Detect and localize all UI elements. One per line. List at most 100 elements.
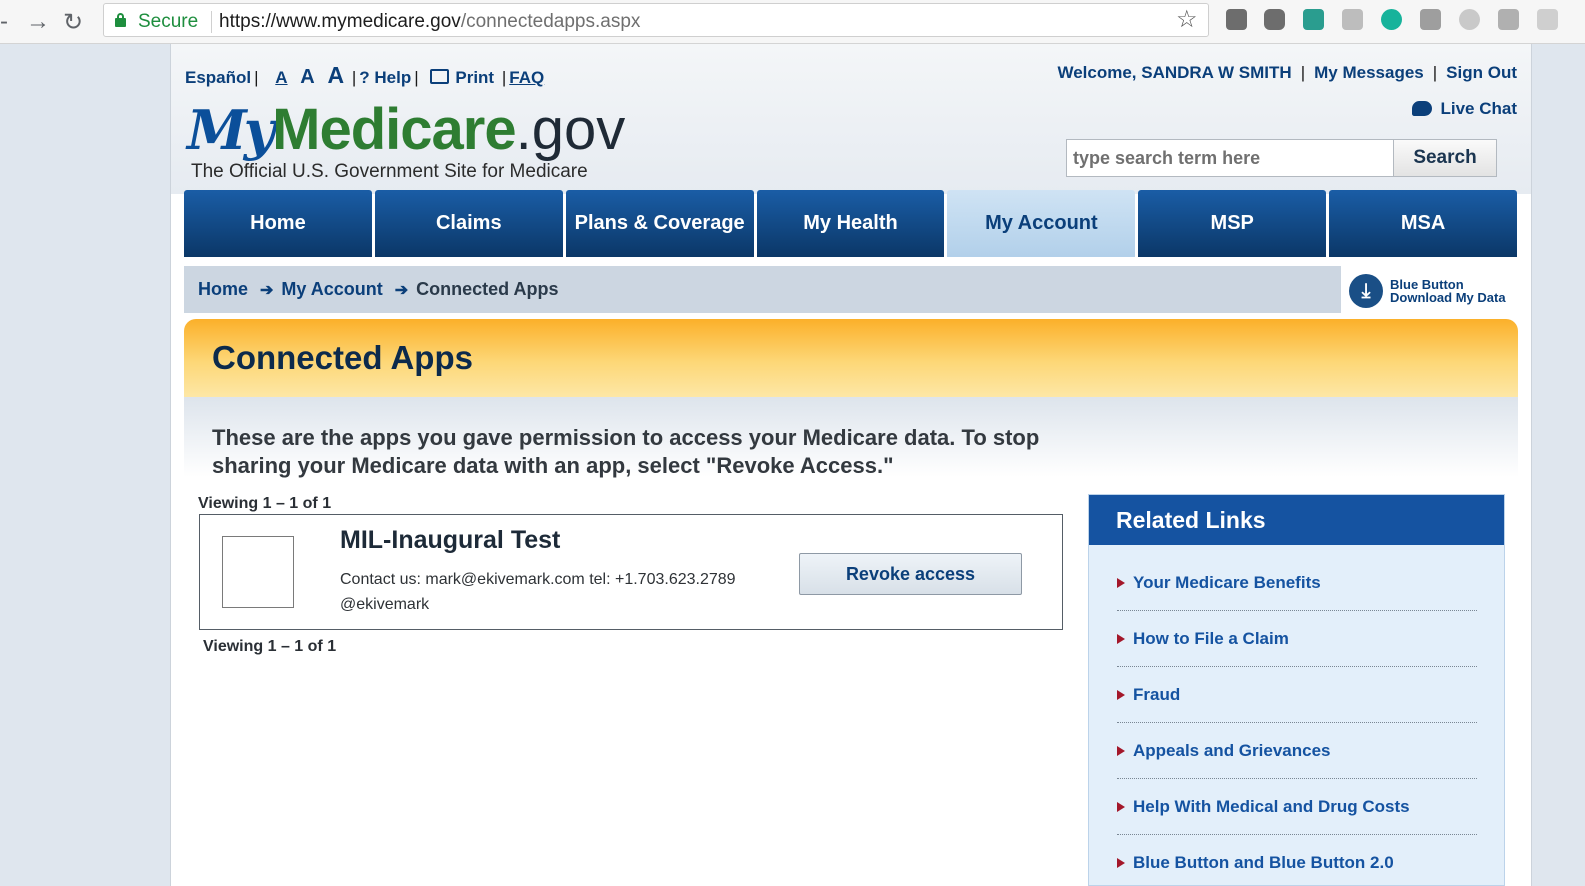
blue-button-line2: Download My Data — [1390, 290, 1506, 305]
related-links-title: Related Links — [1089, 495, 1504, 545]
blue-button-download[interactable]: ⤓ Blue Button Download My Data — [1349, 274, 1506, 308]
breadcrumb-my-account[interactable]: My Account — [281, 279, 382, 300]
secure-label: Secure — [138, 11, 199, 32]
live-chat-label: Live Chat — [1440, 99, 1517, 118]
extension-evernote-icon[interactable] — [1226, 9, 1247, 30]
connected-app-card: MIL-Inaugural Test Contact us: mark@ekiv… — [199, 514, 1063, 630]
bullet-arrow-icon — [1117, 633, 1125, 644]
extension-tab-icon[interactable] — [1342, 9, 1363, 30]
chat-bubble-icon — [1412, 101, 1433, 116]
espanol-link[interactable]: Español — [185, 68, 251, 88]
search-input[interactable] — [1067, 140, 1393, 176]
logo-my: My — [187, 98, 275, 162]
page-container: Español | A A A |? Help | Print | FAQ Welco… — [170, 44, 1532, 886]
breadcrumb-home[interactable]: Home — [198, 279, 248, 300]
breadcrumb: Home ➔ My Account ➔ Connected Apps — [184, 266, 1341, 313]
logo-gov: .gov — [515, 97, 626, 162]
utility-divider: | — [351, 68, 357, 87]
related-link-label: Fraud — [1133, 684, 1181, 704]
related-link-label: Appeals and Grievances — [1133, 740, 1331, 760]
browser-toolbar: - → ↻ Secure https://www.mymedicare.gov/… — [0, 0, 1585, 44]
related-link-label: Help With Medical and Drug Costs — [1133, 796, 1410, 816]
mymedicare-logo[interactable]: MyMedicare.gov — [187, 96, 625, 163]
url-divider — [211, 11, 212, 33]
viewing-count-bottom: Viewing 1 – 1 of 1 — [203, 638, 337, 655]
live-chat-link[interactable]: Live Chat — [1412, 99, 1517, 119]
print-link[interactable]: Print — [455, 68, 494, 88]
extension-extra-icon[interactable] — [1537, 9, 1558, 30]
related-link-label: How to File a Claim — [1133, 628, 1289, 648]
extension-square-icon[interactable] — [1420, 9, 1441, 30]
search-field[interactable] — [1066, 139, 1394, 177]
revoke-access-button[interactable]: Revoke access — [799, 553, 1022, 595]
download-icon: ⤓ — [1349, 274, 1383, 308]
nav-tab-home[interactable]: Home — [184, 190, 372, 257]
nav-tab-msa[interactable]: MSA — [1329, 190, 1518, 257]
search-button[interactable]: Search — [1393, 139, 1497, 177]
account-divider: | — [1432, 63, 1438, 82]
url-text[interactable]: https://www.mymedicare.gov/connectedapps… — [219, 11, 640, 33]
extension-puzzle-icon[interactable] — [1459, 9, 1480, 30]
lock-icon — [115, 13, 126, 27]
bullet-arrow-icon — [1117, 745, 1125, 756]
nav-tab-plans-coverage[interactable]: Plans & Coverage — [565, 190, 754, 257]
back-icon[interactable]: - — [0, 8, 8, 36]
utility-divider: | — [414, 68, 419, 87]
breadcrumb-current: Connected Apps — [416, 279, 559, 299]
related-link-label: Blue Button and Blue Button 2.0 — [1133, 853, 1394, 872]
nav-tab-my-health[interactable]: My Health — [756, 190, 945, 257]
welcome-text: Welcome, SANDRA W SMITH — [1057, 63, 1292, 82]
font-size-medium-link[interactable]: A — [300, 66, 314, 89]
extension-pocket-icon[interactable] — [1264, 9, 1285, 30]
main-navigation: Home Claims Plans & Coverage My Health M… — [184, 190, 1518, 257]
extension-m-icon[interactable] — [1381, 9, 1402, 30]
utility-divider: | — [501, 68, 507, 87]
url-host: https://www.mymedicare.gov — [219, 11, 461, 32]
logo-medicare: Medicare — [272, 97, 516, 162]
my-messages-link[interactable]: My Messages — [1314, 63, 1424, 82]
app-contact: Contact us: mark@ekivemark.com tel: +1.7… — [340, 571, 736, 613]
reload-icon[interactable]: ↻ — [63, 8, 83, 37]
bullet-arrow-icon — [1117, 801, 1125, 812]
account-divider: | — [1300, 63, 1306, 82]
nav-tab-claims[interactable]: Claims — [374, 190, 563, 257]
related-link-appeals[interactable]: Appeals and Grievances — [1117, 723, 1477, 779]
breadcrumb-arrow-icon: ➔ — [260, 281, 274, 299]
help-link[interactable]: ? Help — [359, 68, 411, 88]
extension-shield-icon[interactable] — [1303, 9, 1324, 30]
related-link-file-claim[interactable]: How to File a Claim — [1117, 611, 1477, 667]
viewing-count-top: Viewing 1 – 1 of 1 — [198, 495, 332, 512]
faq-link[interactable]: FAQ — [509, 68, 544, 88]
printer-icon[interactable] — [430, 69, 450, 84]
title-band: Connected Apps — [184, 319, 1518, 397]
bullet-arrow-icon — [1117, 689, 1125, 700]
utility-links: Español | A A A |? Help | Print | FAQ — [185, 62, 544, 89]
font-size-large-link[interactable]: A — [327, 62, 344, 89]
related-link-costs-help[interactable]: Help With Medical and Drug Costs — [1117, 779, 1477, 835]
page-title: Connected Apps — [212, 339, 473, 376]
bullet-arrow-icon — [1117, 858, 1125, 868]
bullet-arrow-icon — [1117, 577, 1125, 588]
url-path: /connectedapps.aspx — [460, 11, 641, 32]
related-links-panel: Related Links Your Medicare Benefits How… — [1088, 494, 1505, 886]
related-link-blue-button[interactable]: Blue Button and Blue Button 2.0 — [1117, 835, 1477, 886]
logo-tagline: The Official U.S. Government Site for Me… — [191, 161, 588, 182]
related-link-medicare-benefits[interactable]: Your Medicare Benefits — [1117, 555, 1477, 611]
bookmark-star-icon[interactable]: ☆ — [1176, 5, 1198, 34]
breadcrumb-arrow-icon: ➔ — [394, 281, 409, 299]
intro-text: These are the apps you gave permission t… — [212, 425, 1040, 478]
sign-out-link[interactable]: Sign Out — [1446, 63, 1517, 82]
utility-divider: | — [254, 68, 259, 87]
font-size-small-link[interactable]: A — [275, 68, 287, 88]
nav-tab-my-account[interactable]: My Account — [947, 190, 1136, 257]
app-name: MIL-Inaugural Test — [340, 526, 561, 554]
forward-icon[interactable]: → — [26, 8, 50, 36]
blue-button-label: Blue Button Download My Data — [1390, 278, 1506, 304]
account-links: Welcome, SANDRA W SMITH | My Messages | Sign… — [1057, 63, 1517, 83]
related-link-label: Your Medicare Benefits — [1133, 572, 1321, 592]
app-logo-placeholder — [222, 536, 294, 608]
address-bar[interactable]: Secure https://www.mymedicare.gov/connec… — [103, 3, 1209, 37]
related-link-fraud[interactable]: Fraud — [1117, 667, 1477, 723]
nav-tab-msp[interactable]: MSP — [1138, 190, 1327, 257]
extension-twitter-icon[interactable] — [1498, 9, 1519, 30]
